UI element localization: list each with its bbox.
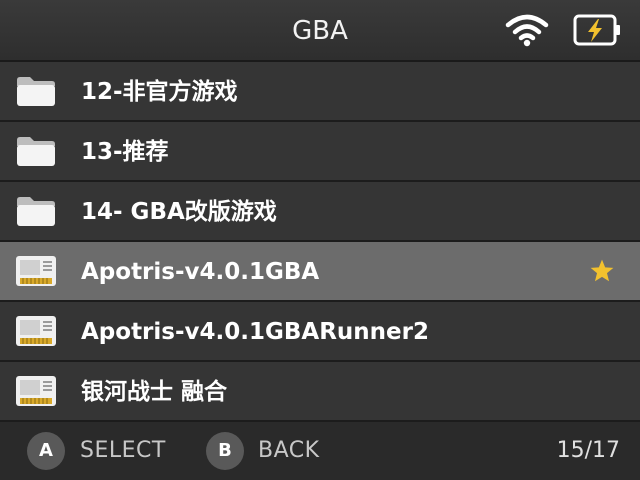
select-label: SELECT bbox=[80, 438, 166, 463]
back-label: BACK bbox=[258, 438, 320, 463]
star-icon bbox=[590, 259, 614, 282]
cartridge-icon bbox=[16, 256, 56, 286]
wifi-icon bbox=[505, 14, 549, 47]
list-item[interactable]: 14- GBA改版游戏 bbox=[0, 182, 640, 242]
folder-icon bbox=[17, 137, 55, 166]
folder-icon bbox=[17, 197, 55, 226]
list-item-label: 银河战士 融合 bbox=[81, 379, 228, 405]
list-item[interactable]: 13-推荐 bbox=[0, 122, 640, 182]
header-bar: GBA bbox=[0, 0, 640, 62]
list-item-label: 13-推荐 bbox=[81, 139, 169, 165]
file-list: 12-非官方游戏 13-推荐 14- GBA改版游戏 Apotris-v4.0.… bbox=[0, 62, 640, 422]
a-button[interactable]: A bbox=[27, 432, 65, 470]
list-item-selected[interactable]: Apotris-v4.0.1GBA bbox=[0, 242, 640, 302]
list-item[interactable]: 银河战士 融合 bbox=[0, 362, 640, 422]
folder-icon bbox=[17, 77, 55, 106]
footer-bar: A SELECT B BACK 15/17 bbox=[0, 422, 640, 480]
cartridge-icon bbox=[16, 376, 56, 406]
b-button[interactable]: B bbox=[206, 432, 244, 470]
list-item-label: 14- GBA改版游戏 bbox=[81, 199, 277, 225]
list-item[interactable]: Apotris-v4.0.1GBARunner2 bbox=[0, 302, 640, 362]
cartridge-icon bbox=[16, 316, 56, 346]
list-item[interactable]: 12-非官方游戏 bbox=[0, 62, 640, 122]
list-item-label: Apotris-v4.0.1GBARunner2 bbox=[81, 319, 429, 345]
list-item-label: Apotris-v4.0.1GBA bbox=[81, 259, 320, 285]
battery-charging-icon bbox=[573, 14, 620, 46]
page-counter: 15/17 bbox=[556, 438, 620, 463]
list-item-label: 12-非官方游戏 bbox=[81, 79, 238, 105]
